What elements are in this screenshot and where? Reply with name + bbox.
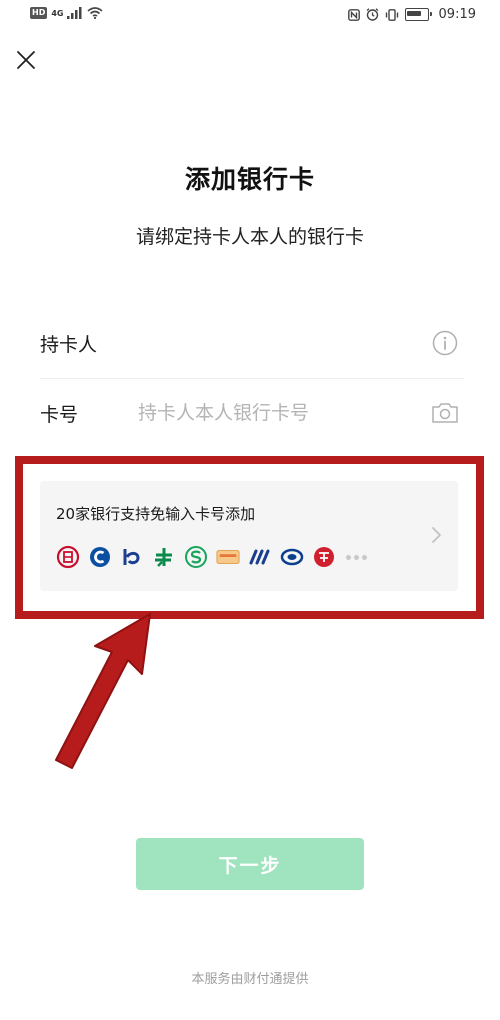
quick-add-card[interactable]: 20家银行支持免输入卡号添加: [40, 481, 458, 591]
network-badge: 4G: [51, 8, 64, 18]
bank-logo-list: [56, 545, 367, 569]
icbc-logo-icon: [56, 545, 80, 569]
card-number-row: 卡号: [40, 378, 464, 448]
quick-add-title: 20家银行支持免输入卡号添加: [56, 505, 256, 523]
status-left: HD 4G: [30, 7, 104, 19]
card-number-input[interactable]: [138, 402, 430, 424]
hd-badge: HD: [30, 7, 48, 19]
chevron-right-icon: [432, 527, 441, 543]
battery-icon: [404, 8, 432, 21]
scan-card-button[interactable]: [430, 398, 460, 428]
service-provider-note: 本服务由财付通提供: [191, 972, 309, 987]
status-time: 09:19: [438, 7, 476, 22]
add-bank-card-screen: HD 4G 09:19 添加银行卡 请绑定持卡人本人的银行卡 持卡人 卡号 持卡…: [0, 0, 500, 1020]
camera-icon: [432, 403, 458, 423]
cardholder-info-button[interactable]: [430, 328, 460, 358]
citic-logo-icon: [312, 545, 336, 569]
cardholder-label: 持卡人: [40, 333, 98, 356]
cardholder-row: 持卡人: [40, 308, 464, 379]
card-number-label: 卡号: [40, 403, 79, 426]
status-bar: HD 4G 09:19: [0, 0, 500, 34]
info-icon: [432, 330, 458, 356]
next-step-button[interactable]: 下一步: [136, 838, 364, 890]
green-s-bank-logo-icon: [184, 545, 208, 569]
close-button[interactable]: [12, 46, 40, 74]
alarm-icon: [366, 8, 378, 21]
page-subtitle: 请绑定持卡人本人的银行卡: [135, 226, 364, 248]
cardholder-input[interactable]: [138, 332, 430, 354]
status-right: 09:19: [347, 7, 476, 22]
more-banks-icon: [346, 554, 367, 560]
ccb-logo-icon: [88, 545, 112, 569]
bocom-logo-icon: [120, 545, 144, 569]
vibrate-icon: [385, 8, 398, 21]
page-title: 添加银行卡: [184, 165, 315, 194]
blue-stroke-logo-icon: [248, 545, 272, 569]
close-icon: [17, 51, 35, 69]
abc-logo-icon: [152, 545, 176, 569]
wifi-icon: [87, 7, 104, 19]
orange-card-logo-icon: [216, 545, 240, 569]
nfc-icon: [347, 8, 360, 21]
signal-icon: [67, 7, 82, 19]
blue-swirl-logo-icon: [280, 545, 304, 569]
